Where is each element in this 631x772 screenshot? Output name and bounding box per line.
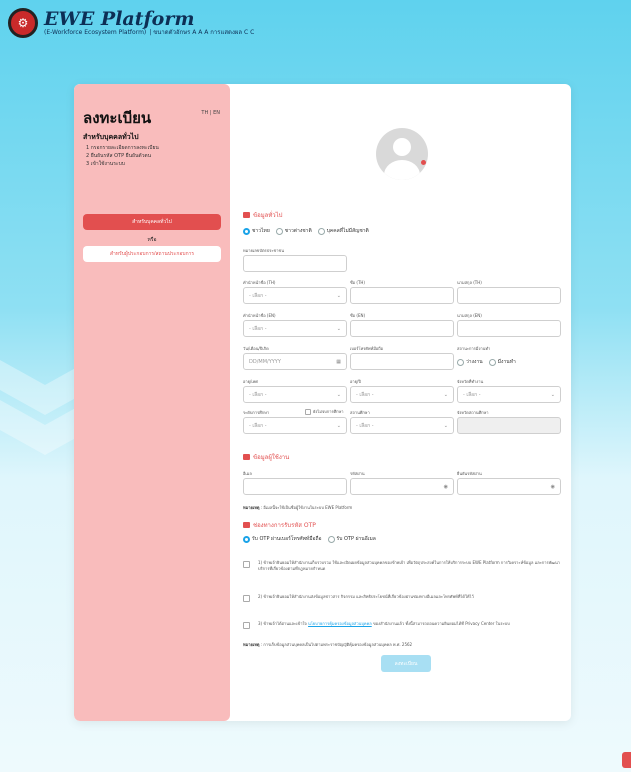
chevron-down-icon: ⌄	[336, 391, 341, 398]
chevron-down-icon: ⌄	[443, 422, 448, 429]
consent-1[interactable]: 1) ข้าพเจ้ายินยอมให้สำนักงานเก็บรวบรวม ใ…	[243, 560, 563, 572]
consent-3-checkbox[interactable]	[243, 622, 250, 629]
chevron-down-icon: ⌄	[336, 325, 341, 332]
radio-unemployed[interactable]: ว่างงาน	[457, 358, 483, 366]
phone-label: เบอร์โทรศัพท์มือถือ	[350, 346, 384, 351]
avatar[interactable]	[376, 128, 428, 180]
email-note: หมายเหตุ : อีเมลนี้จะใช้เป็นชื่อผู้ใช้งา…	[243, 505, 353, 510]
dob-input[interactable]: DD/MM/YYYY ▦	[243, 353, 347, 370]
education-select[interactable]: - เลือก - ⌄	[243, 417, 347, 434]
radio-otp-email[interactable]: รับ OTP ผ่านอีเมล	[327, 535, 376, 543]
chevron-down-icon: ⌄	[336, 422, 341, 429]
general-section-title: ข้อมูลทั่วไป	[243, 210, 283, 220]
province-label: จังหวัดที่ทำงาน	[457, 379, 484, 384]
surname-en-input[interactable]	[457, 320, 561, 337]
id-input[interactable]	[243, 255, 347, 272]
left-panel: ลงทะเบียน TH | EN สำหรับบุคคลทั่วไป 1 กร…	[74, 84, 230, 721]
surname-en-label: นามสกุล (EN)	[457, 313, 482, 318]
privacy-policy-link[interactable]: นโยบายการคุ้มครองข้อมูลส่วนบุคคล	[308, 621, 372, 626]
consent-3[interactable]: 3) ข้าพเจ้าได้อ่านและเข้าใจ นโยบายการคุ้…	[243, 621, 563, 629]
nationality-radios: ชาวไทย ชาวต่างชาติ บุคคลที่ไม่มีสัญชาติ	[243, 227, 375, 235]
prefix-th-label: คำนำหน้าชื่อ (TH)	[243, 280, 276, 285]
inst-province-label: จังหวัดสถานศึกษา	[457, 410, 489, 415]
not-graduated-checkbox[interactable]: ยังไม่จบการศึกษา	[305, 408, 344, 415]
otp-section-title: ช่องทางการรับรหัส OTP	[243, 520, 316, 530]
chevron-down-icon: ⌄	[550, 391, 555, 398]
language-switch[interactable]: TH | EN	[201, 110, 220, 116]
submit-button[interactable]: ลงทะเบียน	[381, 655, 431, 672]
name-en-label: ชื่อ (EN)	[350, 313, 366, 318]
steps-list: 1 กรอกรายละเอียดการลงทะเบียน 2 ยืนยันรหั…	[86, 144, 159, 168]
name-th-label: ชื่อ (TH)	[350, 280, 365, 285]
surname-th-input[interactable]	[457, 287, 561, 304]
gender-label: อายุ/เพศ	[243, 379, 258, 384]
employment-label: สถานะการมีงานทำ	[457, 346, 491, 351]
form-panel: ข้อมูลทั่วไป ชาวไทย ชาวต่างชาติ บุคคลที่…	[230, 84, 571, 721]
confirm-label: ยืนยันรหัสผ่าน	[457, 471, 482, 476]
shield-icon	[243, 522, 250, 528]
employment-radios: ว่างงาน มีงานทำ	[457, 358, 522, 366]
monitor-icon	[243, 454, 250, 460]
gender-select[interactable]: - เลือก - ⌄	[243, 386, 347, 403]
education-label: ระดับการศึกษา	[243, 410, 270, 415]
consent-2[interactable]: 2) ข้าพเจ้ายินยอมให้สำนักงานส่งข้อมูลข่า…	[243, 594, 563, 602]
age-label: อายุ/ปี	[350, 379, 361, 384]
email-input[interactable]	[243, 478, 347, 495]
page-title: ลงทะเบียน	[83, 109, 152, 127]
general-person-button[interactable]: สำหรับบุคคลทั่วไป	[83, 214, 221, 230]
help-tab[interactable]	[622, 752, 631, 768]
institution-select[interactable]: - เลือก - ⌄	[350, 417, 454, 434]
step-item: 1 กรอกรายละเอียดการลงทะเบียน	[86, 145, 159, 151]
age-select[interactable]: - เลือก - ⌄	[350, 386, 454, 403]
chevron-down-icon: ⌄	[336, 292, 341, 299]
card-icon	[243, 212, 250, 218]
prefix-en-label: คำนำหน้าชื่อ (EN)	[243, 313, 276, 318]
email-label: อีเมล	[243, 471, 252, 476]
step-item: 3 เข้าใช้งานระบบ	[86, 161, 125, 167]
institution-label: สถานศึกษา	[350, 410, 370, 415]
consent-2-checkbox[interactable]	[243, 595, 250, 602]
prefix-en-select[interactable]: - เลือก - ⌄	[243, 320, 347, 337]
password-label: รหัสผ่าน	[350, 471, 365, 476]
inst-province-input[interactable]	[457, 417, 561, 434]
prefix-th-select[interactable]: - เลือก - ⌄	[243, 287, 347, 304]
password-input[interactable]: ◉	[350, 478, 454, 495]
chevron-down-icon: ⌄	[443, 391, 448, 398]
radio-stateless[interactable]: บุคคลที่ไม่มีสัญชาติ	[317, 227, 369, 235]
province-select[interactable]: - เลือก - ⌄	[457, 386, 561, 403]
app-subtitle: (E-Workforce Ecosystem Platform)	[44, 29, 147, 36]
logo-icon: ⚙	[8, 8, 38, 38]
radio-thai[interactable]: ชาวไทย	[243, 227, 270, 235]
eye-icon[interactable]: ◉	[444, 484, 448, 490]
name-th-input[interactable]	[350, 287, 454, 304]
step-item: 2 ยืนยันรหัส OTP ยืนยันตัวตน	[86, 153, 152, 159]
user-section-title: ข้อมูลผู้ใช้งาน	[243, 452, 289, 462]
pdpa-note: หมายเหตุ : การเก็บข้อมูลส่วนบุคคลเป็นไปต…	[243, 642, 413, 647]
phone-input[interactable]	[350, 353, 454, 370]
radio-employed[interactable]: มีงานทำ	[488, 358, 516, 366]
or-divider: หรือ	[147, 237, 157, 243]
radio-otp-phone[interactable]: รับ OTP ผ่านเบอร์โทรศัพท์มือถือ	[243, 535, 322, 543]
font-size-controls[interactable]: | ขนาดตัวอักษร A A A การแสดงผล C C	[149, 29, 254, 36]
app-header: ⚙ EWE Platform (E-Workforce Ecosystem Pl…	[8, 6, 257, 40]
business-button[interactable]: สำหรับผู้ประกอบการ/สถานประกอบการ	[83, 246, 221, 262]
registration-card: ลงทะเบียน TH | EN สำหรับบุคคลทั่วไป 1 กร…	[74, 84, 571, 721]
confirm-password-input[interactable]: ◉	[457, 478, 561, 495]
eye-icon[interactable]: ◉	[551, 484, 555, 490]
calendar-icon: ▦	[336, 358, 341, 365]
consent-1-checkbox[interactable]	[243, 561, 250, 568]
app-title: EWE Platform	[44, 8, 195, 30]
avatar-edit-icon[interactable]	[421, 160, 426, 165]
dob-label: วัน/เดือน/ปีเกิด	[243, 346, 269, 351]
name-en-input[interactable]	[350, 320, 454, 337]
otp-radios: รับ OTP ผ่านเบอร์โทรศัพท์มือถือ รับ OTP …	[243, 535, 382, 543]
left-subtitle: สำหรับบุคคลทั่วไป	[83, 133, 139, 141]
id-label: หมายเลขบัตรประชาชน	[243, 248, 284, 253]
surname-th-label: นามสกุล (TH)	[457, 280, 482, 285]
radio-foreign[interactable]: ชาวต่างชาติ	[275, 227, 312, 235]
